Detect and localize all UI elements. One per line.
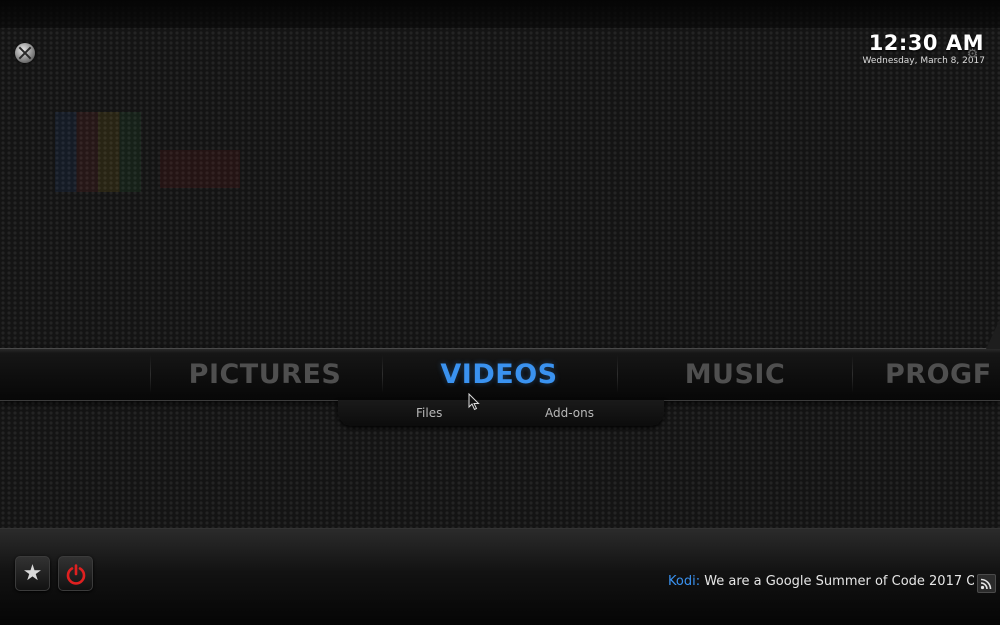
rss-ticker[interactable]: Kodi: We are a Google Summer of Code 201… xyxy=(668,574,974,590)
submenu-item-files[interactable]: Files xyxy=(416,400,442,426)
power-button[interactable] xyxy=(58,556,93,591)
ticker-source: Kodi: xyxy=(668,574,701,589)
kodi-home-screen: 12:30 AM Wednesday, March 8, 2017 ⚙ PICT… xyxy=(0,0,1000,625)
star-icon: ★ xyxy=(22,561,43,586)
menu-divider xyxy=(852,355,853,393)
background-fanart-logo xyxy=(55,112,245,196)
fanart-logo-square xyxy=(55,112,141,192)
power-icon xyxy=(59,557,92,590)
ticker-text: We are a Google Summer of Code 2017 Orga xyxy=(700,574,974,589)
gear-icon[interactable]: ⚙ xyxy=(966,48,979,61)
main-menu-item-music[interactable]: MUSIC xyxy=(620,349,850,400)
top-shade xyxy=(0,0,1000,28)
submenu-item-add-ons[interactable]: Add-ons xyxy=(545,400,594,426)
mouse-pointer-icon xyxy=(468,392,480,411)
menu-divider xyxy=(617,355,618,393)
kodi-logo-icon[interactable] xyxy=(15,43,35,63)
main-menu-item-programs[interactable]: PROGF xyxy=(885,349,1000,400)
main-menu-bar: PICTURES VIDEOS MUSIC PROGF xyxy=(0,319,1000,401)
fanart-logo-text xyxy=(160,150,240,188)
favourites-button[interactable]: ★ xyxy=(15,556,50,591)
rss-icon[interactable] xyxy=(977,574,996,593)
menu-divider xyxy=(382,355,383,393)
main-menu-item-pictures[interactable]: PICTURES xyxy=(150,349,380,400)
videos-submenu: Files Add-ons xyxy=(338,400,664,426)
main-menu-item-videos[interactable]: VIDEOS xyxy=(384,349,614,400)
